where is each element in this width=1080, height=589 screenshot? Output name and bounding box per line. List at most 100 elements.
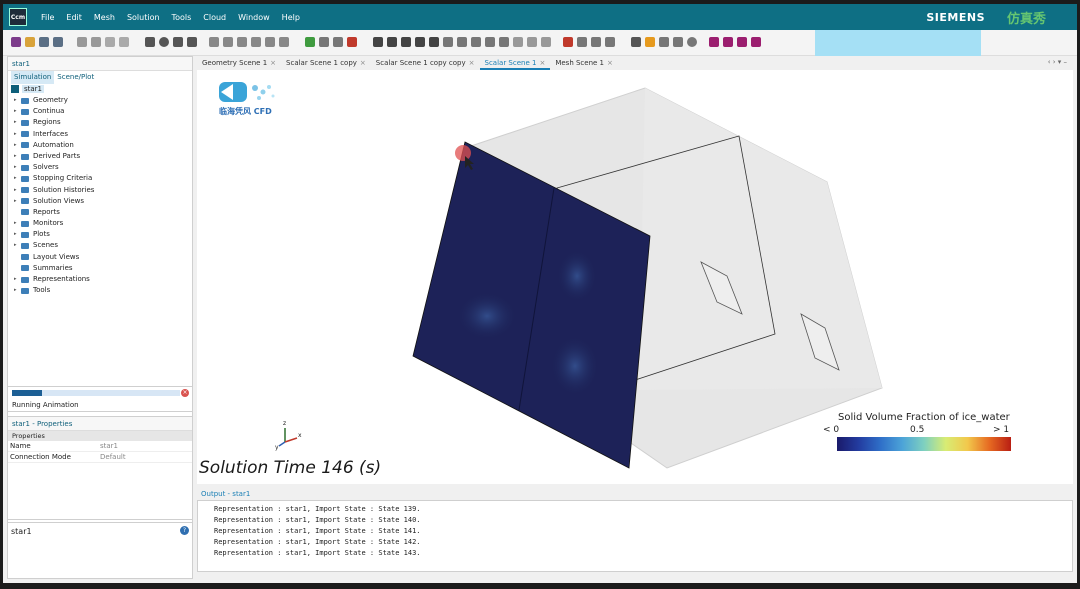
table-icon[interactable] [527,37,537,47]
light-icon[interactable] [499,37,509,47]
expand-arrow-icon[interactable]: ▸ [14,274,19,285]
expand-arrow-icon[interactable]: ▸ [14,218,19,229]
tree-item-solvers[interactable]: ▸ Solvers [8,162,192,173]
expand-arrow-icon[interactable]: ▸ [14,185,19,196]
tree-item-automation[interactable]: ▸ Automation [8,140,192,151]
expand-arrow-icon[interactable]: ▸ [14,229,19,240]
expand-arrow-icon[interactable]: ▸ [14,173,19,184]
tab-scene-0[interactable]: Geometry Scene 1 × [197,56,281,70]
tab-scene-2[interactable]: Scalar Scene 1 copy copy × [371,56,480,70]
plot-refresh-icon[interactable] [605,37,615,47]
tree-item-solution-histories[interactable]: ▸ Solution Histories [8,185,192,196]
arrow-up-icon[interactable] [471,37,481,47]
stop-animation-icon[interactable] [645,37,655,47]
help-icon[interactable]: ? [180,526,189,535]
copy-icon[interactable] [77,37,87,47]
expand-arrow-icon[interactable]: ▸ [14,117,19,128]
play-animation-icon[interactable] [631,37,641,47]
save-icon[interactable] [39,37,49,47]
grid-icon[interactable] [513,37,523,47]
pause-icon[interactable] [173,37,183,47]
redo-icon[interactable] [119,37,129,47]
tree-item-scenes[interactable]: ▸ Scenes [8,240,192,251]
expand-arrow-icon[interactable]: ▸ [14,129,19,140]
mesh-icon[interactable] [209,37,219,47]
pick-icon[interactable] [415,37,425,47]
property-row[interactable]: Connection Mode Default [8,452,192,463]
close-tab-icon[interactable]: × [469,59,475,67]
tab-simulation[interactable]: Simulation [11,71,55,84]
output-console[interactable]: Representation : star1, Import State : S… [197,500,1073,572]
tab-scene-3[interactable]: Scalar Scene 1 × [479,56,551,70]
menu-tools[interactable]: Tools [166,13,198,22]
undo-icon[interactable] [105,37,115,47]
representation-menu-icon[interactable] [751,37,761,47]
menu-window[interactable]: Window [232,13,276,22]
tab-scene-1[interactable]: Scalar Scene 1 copy × [281,56,371,70]
expand-arrow-icon[interactable]: ▸ [14,240,19,251]
tree-item-tools[interactable]: ▸ Tools [8,285,192,296]
close-icon[interactable]: × [181,389,189,397]
menu-mesh[interactable]: Mesh [88,13,121,22]
close-tab-icon[interactable]: × [607,59,613,67]
tree-item-layout-views[interactable]: Layout Views [8,252,192,263]
step-icon[interactable] [159,37,169,47]
plot-clear-icon[interactable] [591,37,601,47]
arrow-right-icon[interactable] [457,37,467,47]
property-row[interactable]: Name star1 [8,441,192,452]
expand-arrow-icon[interactable]: ▸ [14,196,19,207]
expand-arrow-icon[interactable]: ▸ [14,162,19,173]
open-icon[interactable] [25,37,35,47]
close-tab-icon[interactable]: × [360,59,366,67]
tree-item-continua[interactable]: ▸ Continua [8,106,192,117]
expand-arrow-icon[interactable]: ▸ [14,285,19,296]
plot-icon[interactable] [563,37,573,47]
window-icon[interactable] [541,37,551,47]
save-as-icon[interactable] [53,37,63,47]
flag-icon[interactable] [305,37,315,47]
volume-icon[interactable] [251,37,261,47]
step-forward-icon[interactable] [673,37,683,47]
zoom-box-icon[interactable] [387,37,397,47]
expand-arrow-icon[interactable]: ▸ [14,140,19,151]
fit-icon[interactable] [401,37,411,47]
tab-scene-4[interactable]: Mesh Scene 1 × [550,56,618,70]
tree-item-stopping-criteria[interactable]: ▸ Stopping Criteria [8,173,192,184]
run-person-icon[interactable] [333,37,343,47]
tree-item-regions[interactable]: ▸ Regions [8,117,192,128]
tab-properties[interactable]: star1 - Properties [8,417,192,431]
tab-controls-icon[interactable]: ‹ › ▾ – [1048,58,1067,66]
close-tab-icon[interactable]: × [270,59,276,67]
loop-icon[interactable] [687,37,697,47]
tree-item-summaries[interactable]: Summaries [8,263,192,274]
close-tab-icon[interactable]: × [539,59,545,67]
expand-arrow-icon[interactable]: ▸ [14,106,19,117]
representation-icon[interactable] [709,37,719,47]
tab-scene-plot[interactable]: Scene/Plot [54,71,97,84]
mesh-clear-icon[interactable] [223,37,233,47]
new-sim-icon[interactable] [11,37,21,47]
menu-edit[interactable]: Edit [60,13,88,22]
tree-item-plots[interactable]: ▸ Plots [8,229,192,240]
menu-file[interactable]: File [35,13,60,22]
tree-item-representations[interactable]: ▸ Representations [8,274,192,285]
run-icon[interactable] [145,37,155,47]
step-back-icon[interactable] [659,37,669,47]
part-icon[interactable] [265,37,275,47]
plot-edit-icon[interactable] [577,37,587,47]
representation-copy-icon[interactable] [737,37,747,47]
menu-solution[interactable]: Solution [121,13,166,22]
tree-root[interactable]: star1 [8,84,192,95]
tree-item-reports[interactable]: Reports [8,207,192,218]
expand-arrow-icon[interactable]: ▸ [14,95,19,106]
record-icon[interactable] [347,37,357,47]
tab-output[interactable]: Output - star1 [197,490,250,498]
layers-icon[interactable] [279,37,289,47]
representation-edit-icon[interactable] [723,37,733,47]
camera-icon[interactable] [485,37,495,47]
arrow-left-icon[interactable] [443,37,453,47]
tree-item-derived-parts[interactable]: ▸ Derived Parts [8,151,192,162]
surface-icon[interactable] [237,37,247,47]
tree-item-geometry[interactable]: ▸ Geometry [8,95,192,106]
tree-item-interfaces[interactable]: ▸ Interfaces [8,129,192,140]
